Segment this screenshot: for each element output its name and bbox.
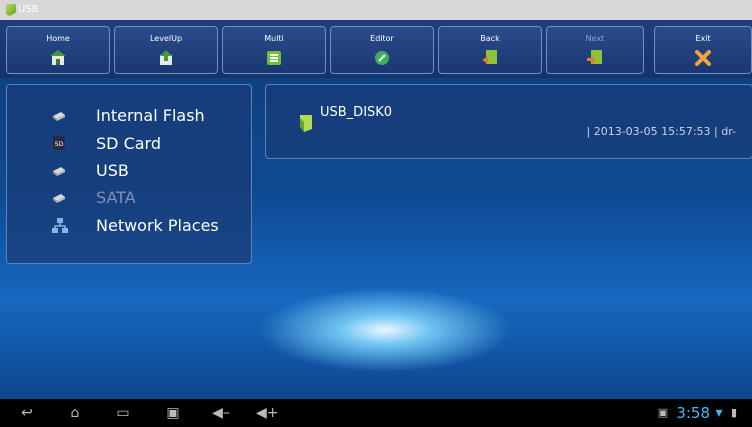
drive-icon [53,167,65,176]
exit-icon [695,50,711,66]
volume-up-icon[interactable]: ◀+ [256,404,279,422]
levelup-button[interactable]: LevelUp [114,26,218,74]
wifi-icon: ▾ [715,405,723,421]
gallery-icon: ▣ [657,406,669,419]
file-name: USB_DISK0 [320,105,393,120]
sidebar-item-internal-flash[interactable]: Internal Flash [7,105,247,131]
toolbar: Home LevelUp Multi Editor Back Next Exit [0,20,752,78]
exit-button-label: Exit [695,34,711,43]
drive-icon [53,112,65,121]
home-button-label: Home [46,34,70,43]
back-button-label: Back [480,34,500,43]
sd-card-icon: SD [53,136,65,150]
sidebar-item-sd-card[interactable]: SD SD Card [7,133,247,159]
sidebar-item-sata[interactable]: SATA [7,187,247,213]
sidebar-item-label: Network Places [96,216,219,235]
storage-sidebar: Internal Flash SD SD Card USB SATA Netwo… [6,84,252,264]
battery-icon: ▮ [730,406,738,419]
back-icon [482,50,497,64]
levelup-icon [160,50,172,65]
sidebar-item-usb[interactable]: USB [7,160,247,186]
list-item[interactable]: USB_DISK0 | 2013-03-05 15:57:53 | dr- [266,85,752,158]
status-clock: 3:58 [676,404,710,422]
screenshot-icon[interactable]: ▣ [162,404,184,422]
window-title: USB [18,4,39,15]
sidebar-item-network-places[interactable]: Network Places [7,215,247,241]
editor-icon [375,51,389,65]
home-button[interactable]: Home [6,26,110,74]
multi-icon [267,51,281,65]
android-nav-bar: ↩ ⌂ ▭ ▣ ◀– ◀+ ▣ 3:58 ▾ ▮ [0,399,752,427]
home-icon [50,50,66,65]
folder-icon [300,115,312,132]
editor-button-label: Editor [370,34,394,43]
next-button[interactable]: Next [546,26,644,74]
volume-down-icon[interactable]: ◀– [210,404,232,422]
home-nav-icon[interactable]: ⌂ [64,404,86,422]
next-icon [587,50,602,64]
file-details: | 2013-03-05 15:57:53 | dr- [586,125,737,138]
next-button-label: Next [585,34,605,43]
back-nav-icon[interactable]: ↩ [16,404,38,422]
sidebar-item-label: USB [96,161,129,180]
recent-apps-icon[interactable]: ▭ [112,404,134,422]
network-icon [52,218,68,233]
editor-button[interactable]: Editor [330,26,434,74]
file-list-panel: USB_DISK0 | 2013-03-05 15:57:53 | dr- [265,84,752,159]
sidebar-item-label: SD Card [96,134,161,153]
exit-button[interactable]: Exit [654,26,752,74]
svg-text:SD: SD [55,141,64,148]
title-bar: USB [0,0,752,20]
sidebar-item-label: SATA [96,188,136,207]
sidebar-item-label: Internal Flash [96,106,205,125]
drive-icon [53,194,65,203]
levelup-button-label: LevelUp [149,34,183,43]
folder-icon [6,4,16,16]
multi-button-label: Multi [264,34,284,43]
multi-button[interactable]: Multi [222,26,326,74]
back-button[interactable]: Back [438,26,542,74]
